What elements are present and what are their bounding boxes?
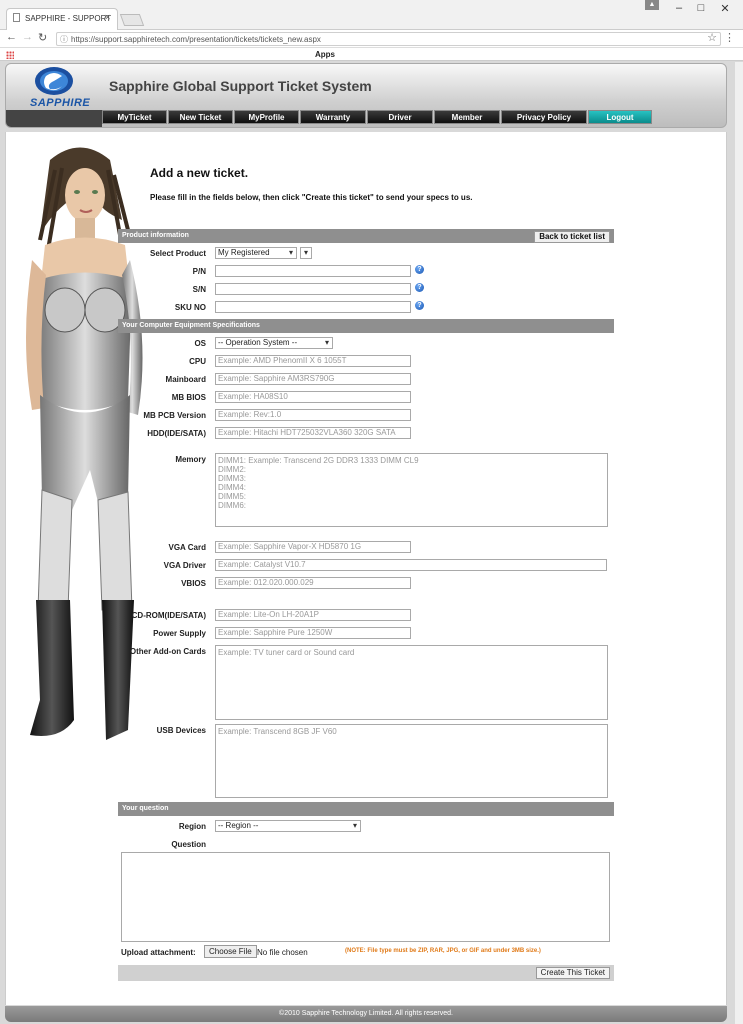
nav-member[interactable]: Member	[434, 110, 500, 124]
vbios-label: VBIOS	[181, 579, 206, 588]
site-header: SAPPHIRE Sapphire Global Support Ticket …	[5, 63, 727, 128]
addon-cards-textarea[interactable]: Example: TV tuner card or Sound card	[215, 645, 608, 720]
site-footer: ©2010 Sapphire Technology Limited. All r…	[5, 1006, 727, 1022]
browser-tabstrip: SAPPHIRE - SUPPORT ✕ ▲ – □ ✕	[0, 0, 743, 30]
logo-text: SAPPHIRE	[30, 97, 91, 109]
power-supply-input[interactable]: Example: Sapphire Pure 1250W	[215, 627, 411, 639]
nav-logout[interactable]: Logout	[588, 110, 652, 124]
question-textarea[interactable]	[121, 852, 610, 942]
mainboard-label: Mainboard	[165, 375, 206, 384]
minimize-icon[interactable]: –	[668, 2, 690, 14]
cdrom-label: CD-ROM(IDE/SATA)	[131, 611, 206, 620]
site-title: Sapphire Global Support Ticket System	[109, 78, 372, 94]
apps-bookmark[interactable]: Apps	[18, 50, 335, 59]
vga-card-label: VGA Card	[168, 543, 207, 552]
sku-label: SKU NO	[174, 303, 206, 312]
hdd-label: HDD(IDE/SATA)	[147, 429, 206, 438]
nav-myticket[interactable]: MyTicket	[102, 110, 167, 124]
page-scrollbar[interactable]	[735, 62, 743, 1024]
usb-devices-textarea[interactable]: Example: Transcend 8GB JF V60	[215, 724, 608, 798]
product-subselect-dropdown[interactable]	[300, 247, 312, 259]
vbios-input[interactable]: Example: 012.020.000.029	[215, 577, 411, 589]
usb-devices-label: USB Devices	[156, 726, 206, 735]
memory-label: Memory	[175, 455, 206, 464]
pn-label: P/N	[192, 267, 206, 276]
header-left-bar	[6, 110, 102, 127]
nav-new-ticket[interactable]: New Ticket	[168, 110, 233, 124]
sn-label: S/N	[192, 285, 206, 294]
region-label: Region	[178, 822, 206, 831]
pn-help-icon[interactable]: ?	[415, 265, 424, 274]
apps-grid-icon[interactable]	[6, 51, 14, 59]
select-product-dropdown[interactable]: My Registered	[215, 247, 297, 259]
address-bar: ← → ↻ ⓘ https://support.sapphiretech.com/…	[0, 30, 743, 48]
url-input[interactable]: ⓘ https://support.sapphiretech.com/presen…	[56, 32, 721, 46]
nav-driver[interactable]: Driver	[367, 110, 433, 124]
sn-input[interactable]	[215, 283, 411, 295]
addon-cards-label: Other Add-on Cards	[129, 647, 206, 656]
sapphire-logo-icon	[35, 67, 73, 95]
info-icon[interactable]: ⓘ	[60, 34, 68, 45]
url-text: https://support.sapphiretech.com/present…	[71, 35, 321, 44]
vga-driver-input[interactable]: Example: Catalyst V10.7	[215, 559, 607, 571]
sn-help-icon[interactable]: ?	[415, 283, 424, 292]
section-title: Product information	[122, 232, 189, 239]
forward-arrow-icon[interactable]: →	[22, 31, 33, 43]
browser-tab[interactable]: SAPPHIRE - SUPPORT ✕	[6, 8, 118, 30]
kebab-menu-icon[interactable]: ⋮	[724, 31, 735, 44]
cdrom-input[interactable]: Example: Lite-On LH-20A1P	[215, 609, 411, 621]
pn-input[interactable]	[215, 265, 411, 277]
sapphire-logo[interactable]: SAPPHIRE	[16, 66, 92, 109]
memory-textarea[interactable]: DIMM1: Example: Transcend 2G DDR3 1333 D…	[215, 453, 608, 527]
region-dropdown[interactable]: -- Region --	[215, 820, 361, 832]
section-your-question: Your question	[118, 802, 614, 816]
mb-pcb-input[interactable]: Example: Rev:1.0	[215, 409, 411, 421]
sku-input[interactable]	[215, 301, 411, 313]
mb-bios-input[interactable]: Example: HA08S10	[215, 391, 411, 403]
nav-myprofile[interactable]: MyProfile	[234, 110, 299, 124]
choose-file-button[interactable]: Choose File	[204, 945, 257, 958]
os-dropdown[interactable]: -- Operation System --	[215, 337, 333, 349]
vga-driver-label: VGA Driver	[163, 561, 206, 570]
new-tab-button[interactable]	[119, 14, 145, 26]
sku-help-icon[interactable]: ?	[415, 301, 424, 310]
os-label: OS	[194, 339, 206, 348]
bookmark-star-icon[interactable]: ☆	[707, 31, 717, 44]
power-supply-label: Power Supply	[153, 629, 206, 638]
section-product-information: Product information Back to ticket list	[118, 229, 614, 243]
cpu-input[interactable]: Example: AMD PhenomII X 6 1055T	[215, 355, 411, 367]
bookmarks-bar: Apps	[0, 48, 743, 61]
tab-title: SAPPHIRE - SUPPORT	[25, 14, 112, 23]
no-file-chosen-text: No file chosen	[257, 948, 308, 957]
upload-attachment-label: Upload attachment:	[121, 948, 196, 957]
cpu-label: CPU	[189, 357, 206, 366]
back-to-ticket-list-button[interactable]: Back to ticket list	[534, 231, 610, 243]
profile-icon[interactable]: ▲	[645, 0, 659, 10]
create-ticket-button[interactable]: Create This Ticket	[535, 967, 610, 979]
ticket-form: Product information Back to ticket list …	[118, 227, 614, 981]
vga-card-input[interactable]: Example: Sapphire Vapor-X HD5870 1G	[215, 541, 411, 553]
main-nav: MyTicket New Ticket MyProfile Warranty D…	[102, 110, 652, 124]
mb-pcb-label: MB PCB Version	[143, 411, 206, 420]
page-title: Add a new ticket.	[150, 166, 249, 180]
reload-icon[interactable]: ↻	[38, 31, 47, 44]
file-type-note: (NOTE: File type must be ZIP, RAR, JPG, …	[345, 948, 541, 954]
back-arrow-icon[interactable]: ←	[6, 31, 17, 43]
hdd-input[interactable]: Example: Hitachi HDT725032VLA360 320G SA…	[215, 427, 411, 439]
page-intro: Please fill in the fields below, then cl…	[150, 193, 473, 202]
maximize-icon[interactable]: □	[690, 2, 712, 14]
close-tab-icon[interactable]: ✕	[104, 13, 111, 22]
question-label: Question	[171, 840, 206, 849]
mb-bios-label: MB BIOS	[171, 393, 206, 402]
window-close-icon[interactable]: ✕	[714, 2, 736, 15]
mainboard-input[interactable]: Example: Sapphire AM3RS790G	[215, 373, 411, 385]
section-title: Your question	[122, 805, 169, 812]
document-icon	[13, 13, 20, 22]
section-title: Your Computer Equipment Specifications	[122, 322, 260, 329]
nav-privacy-policy[interactable]: Privacy Policy	[501, 110, 587, 124]
select-product-label: Select Product	[149, 249, 206, 258]
section-computer-specs: Your Computer Equipment Specifications	[118, 319, 614, 333]
nav-warranty[interactable]: Warranty	[300, 110, 366, 124]
